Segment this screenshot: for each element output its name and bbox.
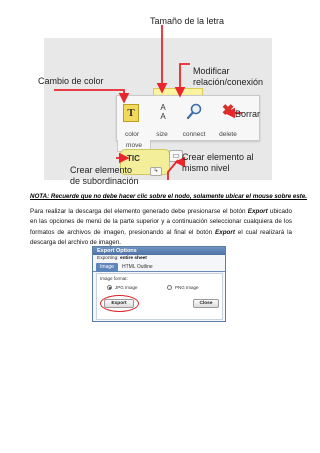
png-radio[interactable] (167, 285, 172, 290)
callout-font-size: Tamaño de la letra (150, 16, 225, 26)
dialog-tabs: Image HTML Outline (93, 263, 225, 272)
export-word-2: Export (215, 228, 235, 236)
callout-create-child: Crear elemento de subordinación (70, 165, 139, 186)
instructions-paragraph: Para realizar la descarga del elemento g… (30, 207, 292, 249)
jpg-radio[interactable] (107, 285, 112, 290)
callout-modify-connection: Modificar relación/conexión (193, 66, 264, 87)
dialog-body: Image format: JPG Image PNG Image Export… (96, 273, 223, 320)
exporting-row: Exporting: entire sheet (93, 255, 225, 263)
png-radio-label: PNG Image (175, 285, 199, 290)
callout-delete: Borrar (235, 109, 261, 119)
paragraph-part1: Para realizar la descarga del elemento g… (30, 208, 248, 215)
exporting-label: Exporting: (97, 256, 119, 261)
export-options-dialog: Export Options Exporting: entire sheet I… (92, 246, 226, 322)
export-highlight-circle (100, 295, 139, 312)
dialog-title: Export Options (93, 247, 225, 255)
close-button[interactable]: Close (193, 299, 219, 308)
tab-html-outline[interactable]: HTML Outline (122, 263, 156, 272)
exporting-value: entire sheet (119, 256, 147, 261)
export-word-1: Export (247, 208, 268, 215)
callout-color-change: Cambio de color (38, 76, 104, 86)
tab-image[interactable]: Image (96, 263, 118, 272)
image-format-label: Image format: (100, 276, 128, 281)
callout-create-sibling: Crear elemento al mismo nivel (182, 152, 254, 173)
note-text: NOTA: Recuerde que no debe hacer clic so… (30, 193, 308, 200)
jpg-radio-label: JPG Image (115, 285, 138, 290)
